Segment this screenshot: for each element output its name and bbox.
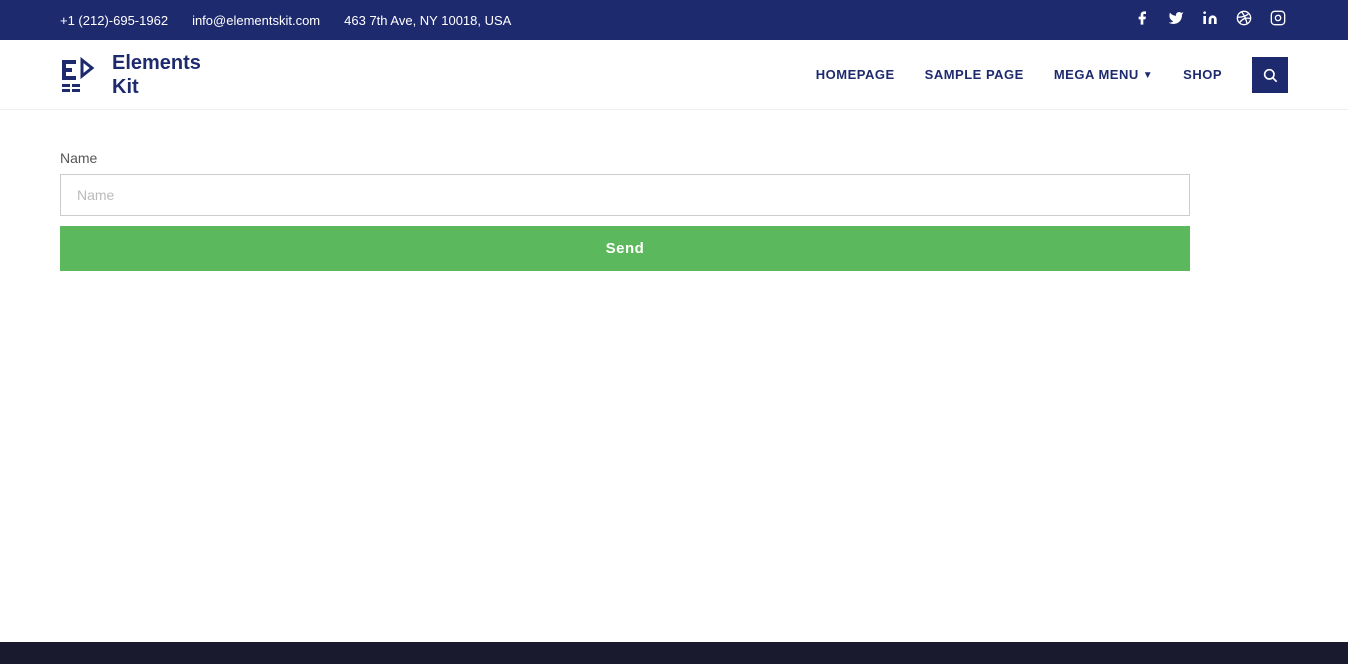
- email-text: info@elementskit.com: [192, 13, 320, 28]
- logo-icon: [60, 54, 102, 96]
- search-button[interactable]: [1252, 57, 1288, 93]
- linkedin-icon[interactable]: [1200, 10, 1220, 30]
- send-button[interactable]: Send: [60, 226, 1190, 271]
- logo-text: Elements Kit: [112, 51, 201, 99]
- main-content: Name Send: [0, 110, 1348, 311]
- name-label: Name: [60, 150, 1288, 166]
- nav-homepage[interactable]: HOMEPAGE: [816, 67, 895, 82]
- phone-text: +1 (212)-695-1962: [60, 13, 168, 28]
- twitter-icon[interactable]: [1166, 10, 1186, 30]
- chevron-down-icon: ▼: [1143, 70, 1153, 81]
- top-bar-contact: +1 (212)-695-1962 info@elementskit.com 4…: [60, 13, 511, 28]
- logo[interactable]: Elements Kit: [60, 51, 201, 99]
- dribbble-icon[interactable]: [1234, 10, 1254, 30]
- name-input[interactable]: [60, 174, 1190, 216]
- address-text: 463 7th Ave, NY 10018, USA: [344, 13, 511, 28]
- top-bar: +1 (212)-695-1962 info@elementskit.com 4…: [0, 0, 1348, 40]
- nav-shop[interactable]: SHOP: [1183, 67, 1222, 82]
- facebook-icon[interactable]: [1132, 10, 1152, 30]
- header: Elements Kit HOMEPAGE SAMPLE PAGE MEGA M…: [0, 40, 1348, 110]
- bottom-bar: [0, 642, 1348, 664]
- nav-mega-menu[interactable]: MEGA MENU ▼: [1054, 67, 1153, 82]
- social-icons: [1132, 10, 1288, 30]
- nav-sample-page[interactable]: SAMPLE PAGE: [925, 67, 1024, 82]
- main-nav: HOMEPAGE SAMPLE PAGE MEGA MENU ▼ SHOP: [816, 57, 1288, 93]
- instagram-icon[interactable]: [1268, 10, 1288, 30]
